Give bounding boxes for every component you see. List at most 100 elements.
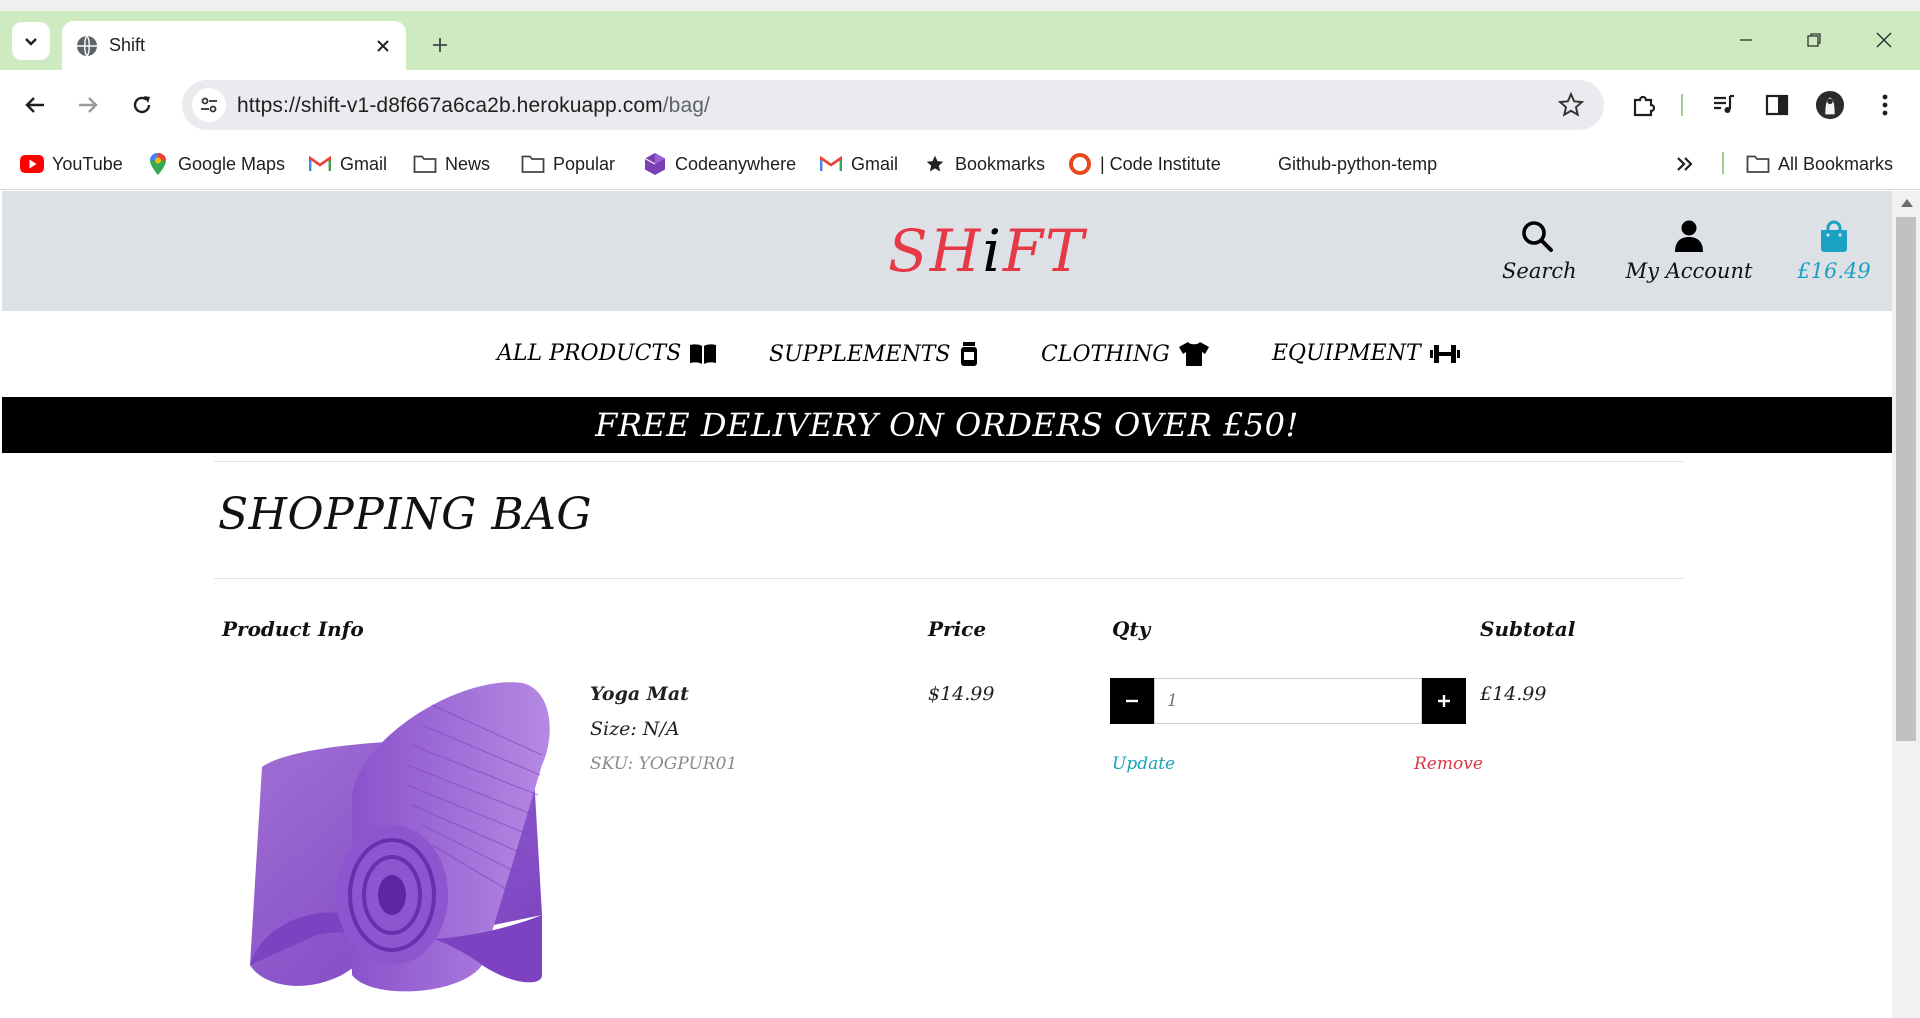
nav-equipment[interactable]: EQUIPMENT [1272, 341, 1461, 366]
bookmark-gmail-2[interactable]: Gmail [819, 149, 898, 179]
side-panel-icon [1765, 94, 1789, 116]
product-price: $14.99 [928, 683, 995, 705]
folder-icon [413, 153, 437, 175]
bookmark-label: News [445, 153, 491, 174]
code-institute-icon [1068, 153, 1092, 175]
forward-button[interactable] [70, 87, 106, 123]
close-icon [377, 40, 389, 52]
bookmark-label: Google Maps [178, 153, 286, 174]
star-icon [923, 153, 947, 175]
tune-icon [201, 97, 217, 113]
browser-menu-button[interactable] [1870, 90, 1900, 120]
header-account-label: My Account [1625, 259, 1753, 283]
bookmark-bookmarks[interactable]: Bookmarks [923, 149, 1045, 179]
new-tab-button[interactable] [424, 29, 456, 61]
folder-icon [1746, 153, 1770, 175]
book-open-icon [690, 343, 717, 364]
address-bar[interactable]: https://shift-v1-d8f667a6ca2b.herokuapp.… [182, 80, 1604, 130]
more-bookmarks-button[interactable] [1676, 149, 1694, 179]
increment-qty-button[interactable] [1422, 678, 1466, 724]
chevron-down-icon [25, 38, 37, 46]
puzzle-icon [1633, 95, 1656, 117]
bookmark-news[interactable]: News [413, 149, 490, 179]
site-logo[interactable]: SHiFT [888, 217, 1086, 285]
close-icon [1876, 32, 1892, 48]
bookmark-star-icon[interactable] [1558, 92, 1584, 118]
media-controls-button[interactable] [1709, 90, 1739, 120]
bookmark-code-institute[interactable]: | Code Institute [1068, 149, 1221, 179]
bookmark-codeanywhere[interactable]: Codeanywhere [643, 149, 796, 179]
side-panel-button[interactable] [1762, 90, 1792, 120]
globe-icon [77, 35, 97, 57]
logo-part-i: i [982, 217, 1003, 285]
reload-icon [133, 96, 151, 114]
product-name: Yoga Mat [590, 683, 689, 705]
plus-icon [1438, 695, 1450, 707]
window-top-strip [0, 0, 1920, 11]
divider [214, 578, 1684, 579]
reload-button[interactable] [124, 87, 160, 123]
folder-icon [521, 153, 545, 175]
restore-button[interactable] [1792, 23, 1836, 57]
remove-link[interactable]: Remove [1414, 754, 1483, 774]
toolbar-separator [1681, 94, 1683, 116]
quantity-input[interactable]: 1 [1154, 678, 1422, 724]
logo-part-sh: SH [888, 217, 983, 285]
header-search[interactable]: Search [1502, 219, 1577, 283]
tab-search-button[interactable] [12, 22, 50, 60]
url-host: https://shift-v1-d8f667a6ca2b.herokuapp.… [237, 94, 663, 117]
product-subtotal: £14.99 [1480, 683, 1547, 705]
free-delivery-banner: FREE DELIVERY ON ORDERS OVER £50! [2, 397, 1892, 453]
extensions-button[interactable] [1629, 90, 1659, 120]
google-maps-icon [146, 153, 170, 175]
site-header: SHiFT Search My Account £16.49 [2, 191, 1892, 311]
bookmark-youtube[interactable]: YouTube [20, 149, 123, 179]
nav-supplements[interactable]: SUPPLEMENTS [769, 341, 980, 367]
header-bag[interactable]: £16.49 [1784, 219, 1884, 283]
minimize-button[interactable] [1724, 23, 1768, 57]
gmail-icon [308, 153, 332, 175]
dumbbell-icon [1429, 344, 1460, 363]
header-bag-total: £16.49 [1797, 259, 1871, 283]
bookmark-github-python-temp[interactable]: Github-python-temp [1278, 149, 1437, 179]
decrement-qty-button[interactable] [1110, 678, 1154, 724]
codeanywhere-icon [643, 153, 667, 175]
arrow-left-icon [25, 97, 44, 113]
shopping-bag-icon [1821, 220, 1847, 252]
tab-close-button[interactable] [370, 33, 396, 59]
divider [214, 461, 1684, 462]
close-window-button[interactable] [1862, 23, 1906, 57]
url-text: https://shift-v1-d8f667a6ca2b.herokuapp.… [237, 94, 710, 118]
bookmark-label: Gmail [340, 153, 388, 174]
tab-title: Shift [109, 35, 146, 55]
double-chevron-right-icon [1677, 157, 1693, 171]
restore-icon [1807, 33, 1821, 47]
jar-icon [961, 342, 978, 366]
back-button[interactable] [17, 87, 53, 123]
bookmark-popular[interactable]: Popular [521, 149, 615, 179]
header-my-account[interactable]: My Account [1622, 219, 1756, 283]
tab-bar: Shift [0, 11, 1920, 70]
product-sku: SKU: YOGPUR01 [590, 754, 738, 774]
plus-icon [433, 38, 447, 52]
site-info-button[interactable] [192, 88, 226, 122]
nav-all-products[interactable]: ALL PRODUCTS [497, 341, 717, 366]
scroll-up-arrow[interactable] [1901, 199, 1913, 207]
minus-icon [1126, 699, 1138, 703]
column-header-product: Product Info [222, 617, 364, 641]
bookmarks-bar: YouTube Google Maps Gmail News Popular C… [0, 140, 1920, 190]
browser-tab[interactable]: Shift [62, 21, 406, 70]
bookmark-label: Codeanywhere [675, 153, 797, 174]
column-header-subtotal: Subtotal [1480, 617, 1576, 641]
bookmark-gmail[interactable]: Gmail [308, 149, 387, 179]
all-bookmarks-button[interactable]: All Bookmarks [1746, 149, 1893, 179]
profile-button[interactable] [1815, 90, 1845, 120]
gmail-icon [819, 153, 843, 175]
page-scrollbar[interactable] [1892, 191, 1920, 1018]
scrollbar-thumb[interactable] [1896, 217, 1916, 741]
nav-clothing[interactable]: CLOTHING [1041, 341, 1210, 367]
bookmark-google-maps[interactable]: Google Maps [146, 149, 285, 179]
update-link[interactable]: Update [1112, 754, 1175, 774]
bookmark-label: YouTube [52, 153, 123, 174]
bookmark-label: Gmail [851, 153, 899, 174]
